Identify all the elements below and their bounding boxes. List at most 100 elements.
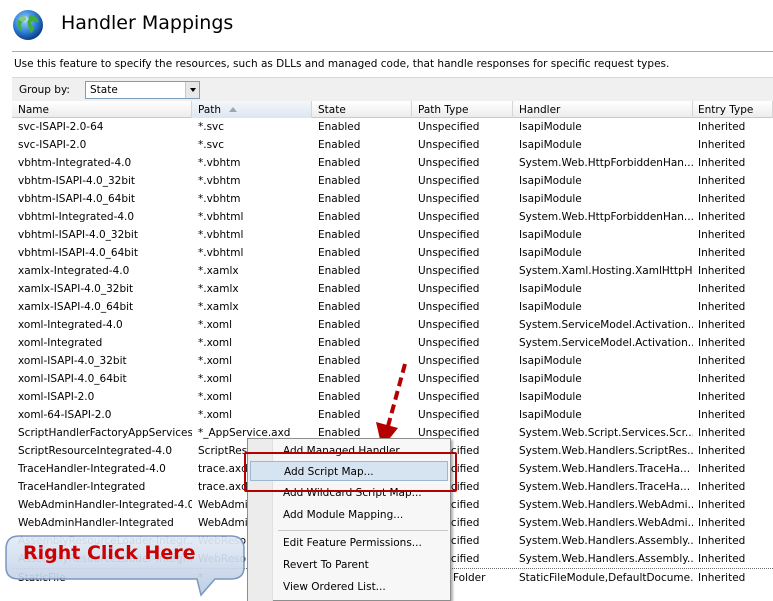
table-row[interactable]: svc-ISAPI-2.0 *.svc Enabled Unspecified Isap… (12, 136, 773, 154)
cell-handler: System.Web.Handlers.ScriptRes... (519, 445, 693, 457)
cell-state: Enabled (318, 319, 361, 331)
cell-handler: System.Web.Handlers.WebAdmi... (519, 517, 693, 529)
cell-entry-type: Inherited (698, 553, 746, 565)
cell-path-type: Unspecified (418, 247, 480, 259)
cell-entry-type: Inherited (698, 193, 746, 205)
cell-name: xamlx-ISAPI-4.0_32bit (18, 283, 134, 295)
cell-path-type: Unspecified (418, 121, 480, 133)
cell-state: Enabled (318, 337, 361, 349)
page-title: Handler Mappings (61, 12, 234, 34)
column-header-state[interactable]: State (312, 101, 412, 118)
cell-entry-type: Inherited (698, 373, 746, 385)
cell-path-type: Unspecified (418, 229, 480, 241)
menu-item-add-module-mapping[interactable]: Add Module Mapping... (274, 505, 450, 525)
cell-entry-type: Inherited (698, 337, 746, 349)
cell-path: *.vbhtm (198, 157, 241, 169)
cell-name: vbhtml-ISAPI-4.0_32bit (18, 229, 138, 241)
cell-handler: System.ServiceModel.Activation.... (519, 319, 693, 331)
table-row[interactable]: xamlx-ISAPI-4.0_64bit *.xamlx Enabled Unspe… (12, 298, 773, 316)
menu-item-view-ordered-list[interactable]: View Ordered List... (274, 577, 450, 597)
cell-handler: System.Xaml.Hosting.XamlHttpH... (519, 265, 693, 277)
cell-state: Enabled (318, 265, 361, 277)
cell-name: xoml-Integrated (18, 337, 103, 349)
cell-name: xamlx-Integrated-4.0 (18, 265, 130, 277)
cell-name: ScriptHandlerFactoryAppServices... (18, 427, 192, 439)
cell-path: *.vbhtm (198, 175, 241, 187)
cell-entry-type: Inherited (698, 481, 746, 493)
cell-name: xoml-ISAPI-2.0 (18, 391, 95, 403)
cell-path: *.xoml (198, 373, 233, 385)
cell-path: *.xamlx (198, 283, 239, 295)
table-row[interactable]: vbhtml-Integrated-4.0 *.vbhtml Enabled Unsp… (12, 208, 773, 226)
group-by-select[interactable]: State (85, 81, 200, 99)
cell-handler: IsapiModule (519, 373, 582, 385)
cell-handler: System.Web.Handlers.Assembly... (519, 553, 693, 565)
table-row[interactable]: xoml-Integrated *.xoml Enabled Unspecified S… (12, 334, 773, 352)
globe-icon (13, 10, 43, 40)
column-header-path[interactable]: Path (192, 101, 312, 118)
cell-path: *.xoml (198, 319, 233, 331)
cell-entry-type: Inherited (698, 355, 746, 367)
cell-entry-type: Inherited (698, 517, 746, 529)
table-row[interactable]: svc-ISAPI-2.0-64 *.svc Enabled Unspecified I… (12, 118, 773, 136)
menu-item-revert-to-parent[interactable]: Revert To Parent (274, 555, 450, 575)
cell-state: Enabled (318, 175, 361, 187)
cell-name: vbhtm-ISAPI-4.0_64bit (18, 193, 136, 205)
cell-path-type: Unspecified (418, 175, 480, 187)
cell-name: WebAdminHandler-Integrated (18, 517, 174, 529)
table-row[interactable]: vbhtml-ISAPI-4.0_32bit *.vbhtml Enabled Uns… (12, 226, 773, 244)
highlight-box (244, 452, 457, 492)
cell-state: Enabled (318, 193, 361, 205)
cell-entry-type: Inherited (698, 319, 746, 331)
cell-entry-type: Inherited (698, 535, 746, 547)
table-row[interactable]: vbhtm-Integrated-4.0 *.vbhtm Enabled Unspec… (12, 154, 773, 172)
cell-path-type: Unspecified (418, 157, 480, 169)
table-row[interactable]: xoml-Integrated-4.0 *.xoml Enabled Unspecif… (12, 316, 773, 334)
table-row[interactable]: vbhtm-ISAPI-4.0_64bit *.vbhtm Enabled Unspe… (12, 190, 773, 208)
cell-handler: System.Web.Script.Services.Scr... (519, 427, 693, 439)
table-row[interactable]: vbhtml-ISAPI-4.0_64bit *.vbhtml Enabled Uns… (12, 244, 773, 262)
cell-entry-type: Inherited (698, 445, 746, 457)
cell-entry-type: Inherited (698, 175, 746, 187)
cell-path: *.xoml (198, 409, 233, 421)
chevron-down-icon[interactable] (185, 82, 199, 98)
table-row[interactable]: xamlx-Integrated-4.0 *.xamlx Enabled Unspec… (12, 262, 773, 280)
cell-entry-type: Inherited (698, 572, 746, 584)
cell-name: svc-ISAPI-2.0-64 (18, 121, 104, 133)
cell-name: TraceHandler-Integrated-4.0 (18, 463, 166, 475)
cell-name: vbhtml-Integrated-4.0 (18, 211, 135, 223)
group-by-toolbar: Group by: State (12, 77, 773, 101)
cell-handler: IsapiModule (519, 229, 582, 241)
table-row[interactable]: vbhtm-ISAPI-4.0_32bit *.vbhtm Enabled Unspe… (12, 172, 773, 190)
cell-handler: System.Web.Handlers.TraceHa... (519, 481, 691, 493)
grid-header: Name Path State Path Type Handler Entry … (12, 101, 773, 118)
cell-name: xamlx-ISAPI-4.0_64bit (18, 301, 134, 313)
cell-path-type: Unspecified (418, 211, 480, 223)
column-header-path-type[interactable]: Path Type (412, 101, 513, 118)
cell-state: Enabled (318, 139, 361, 151)
cell-path: *.vbhtml (198, 211, 244, 223)
cell-handler: System.ServiceModel.Activation.... (519, 337, 693, 349)
cell-state: Enabled (318, 121, 361, 133)
column-header-entry-type[interactable]: Entry Type (692, 101, 773, 118)
group-by-label: Group by: (19, 84, 70, 96)
cell-path: *.vbhtml (198, 247, 244, 259)
column-header-handler[interactable]: Handler (513, 101, 693, 118)
cell-path: *.svc (198, 121, 225, 133)
cell-path-type: Unspecified (418, 409, 480, 421)
menu-separator (278, 530, 448, 531)
cell-path: *.vbhtm (198, 193, 241, 205)
cell-handler: IsapiModule (519, 193, 582, 205)
cell-path-type: Unspecified (418, 265, 480, 277)
column-header-name[interactable]: Name (12, 101, 192, 118)
cell-name: WebAdminHandler-Integrated-4.0 (18, 499, 192, 511)
cell-handler: StaticFileModule,DefaultDocume... (519, 572, 693, 584)
table-row[interactable]: xamlx-ISAPI-4.0_32bit *.xamlx Enabled Unspe… (12, 280, 773, 298)
menu-item-edit-feature-permissions[interactable]: Edit Feature Permissions... (274, 533, 450, 553)
cell-entry-type: Inherited (698, 157, 746, 169)
cell-path: *.xoml (198, 391, 233, 403)
cell-entry-type: Inherited (698, 211, 746, 223)
cell-path-type: Unspecified (418, 193, 480, 205)
cell-handler: IsapiModule (519, 247, 582, 259)
cell-path: *.svc (198, 139, 225, 151)
